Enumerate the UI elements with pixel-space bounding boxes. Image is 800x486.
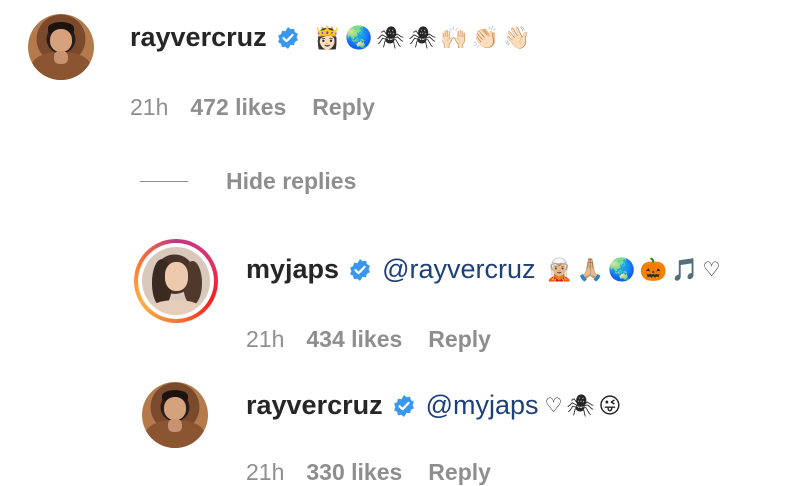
spider-emoji: 🕷: [566, 392, 595, 418]
reply-button[interactable]: Reply: [312, 94, 375, 121]
spider-emoji: 🕷: [376, 24, 405, 50]
verified-badge-icon: [393, 394, 414, 417]
pumpkin-emoji: 🎃: [639, 256, 668, 282]
globe-emoji: 🌏: [345, 24, 373, 50]
reply-button[interactable]: Reply: [428, 326, 491, 353]
emoji-list: 👸🏻 🌏 🕷 🕷 🙌🏻 👏🏻 👋🏻: [314, 25, 531, 51]
likes-count[interactable]: 330 likes: [306, 459, 402, 486]
emoji-list: ♡ 🕷 😜: [545, 393, 622, 419]
music-notes-emoji: 🎵: [671, 256, 699, 282]
elf-emoji: 🧝🏼: [545, 256, 573, 282]
timestamp: 21h: [246, 459, 285, 485]
mention-link[interactable]: @rayvercruz: [382, 254, 535, 285]
timestamp: 21h: [246, 326, 285, 352]
hide-replies-toggle[interactable]: Hide replies: [140, 168, 356, 195]
mention-link[interactable]: @myjaps: [426, 390, 539, 421]
likes-count[interactable]: 434 likes: [306, 326, 402, 353]
timestamp: 21h: [130, 94, 169, 120]
username[interactable]: myjaps: [246, 254, 339, 285]
divider: [140, 181, 188, 182]
princess-emoji: 👸🏻: [313, 24, 342, 50]
username[interactable]: rayvercruz: [246, 390, 383, 421]
avatar-story-ring[interactable]: [134, 239, 218, 323]
avatar: [142, 247, 210, 315]
globe-emoji: 🌏: [608, 256, 636, 282]
waving-hand-emoji: 👋🏻: [503, 24, 531, 50]
reply-button[interactable]: Reply: [428, 459, 491, 486]
clapping-hands-emoji: 👏🏻: [471, 24, 500, 50]
verified-badge-icon: [277, 26, 298, 49]
username[interactable]: rayvercruz: [130, 22, 267, 53]
heart-outline-emoji: ♡: [544, 394, 563, 417]
avatar[interactable]: [142, 382, 208, 448]
heart-outline-emoji: ♡: [702, 258, 721, 281]
likes-count[interactable]: 472 likes: [190, 94, 286, 121]
hide-replies-label[interactable]: Hide replies: [226, 168, 356, 195]
raised-hands-emoji: 🙌🏻: [440, 24, 468, 50]
verified-badge-icon: [350, 258, 370, 281]
praying-hands-emoji: 🙏🏼: [576, 256, 605, 282]
emoji-list: 🧝🏼 🙏🏼 🌏 🎃 🎵 ♡: [546, 257, 721, 283]
winking-tongue-emoji: 😜: [598, 392, 622, 418]
spider-emoji: 🕷: [408, 24, 437, 50]
avatar[interactable]: [28, 14, 94, 80]
